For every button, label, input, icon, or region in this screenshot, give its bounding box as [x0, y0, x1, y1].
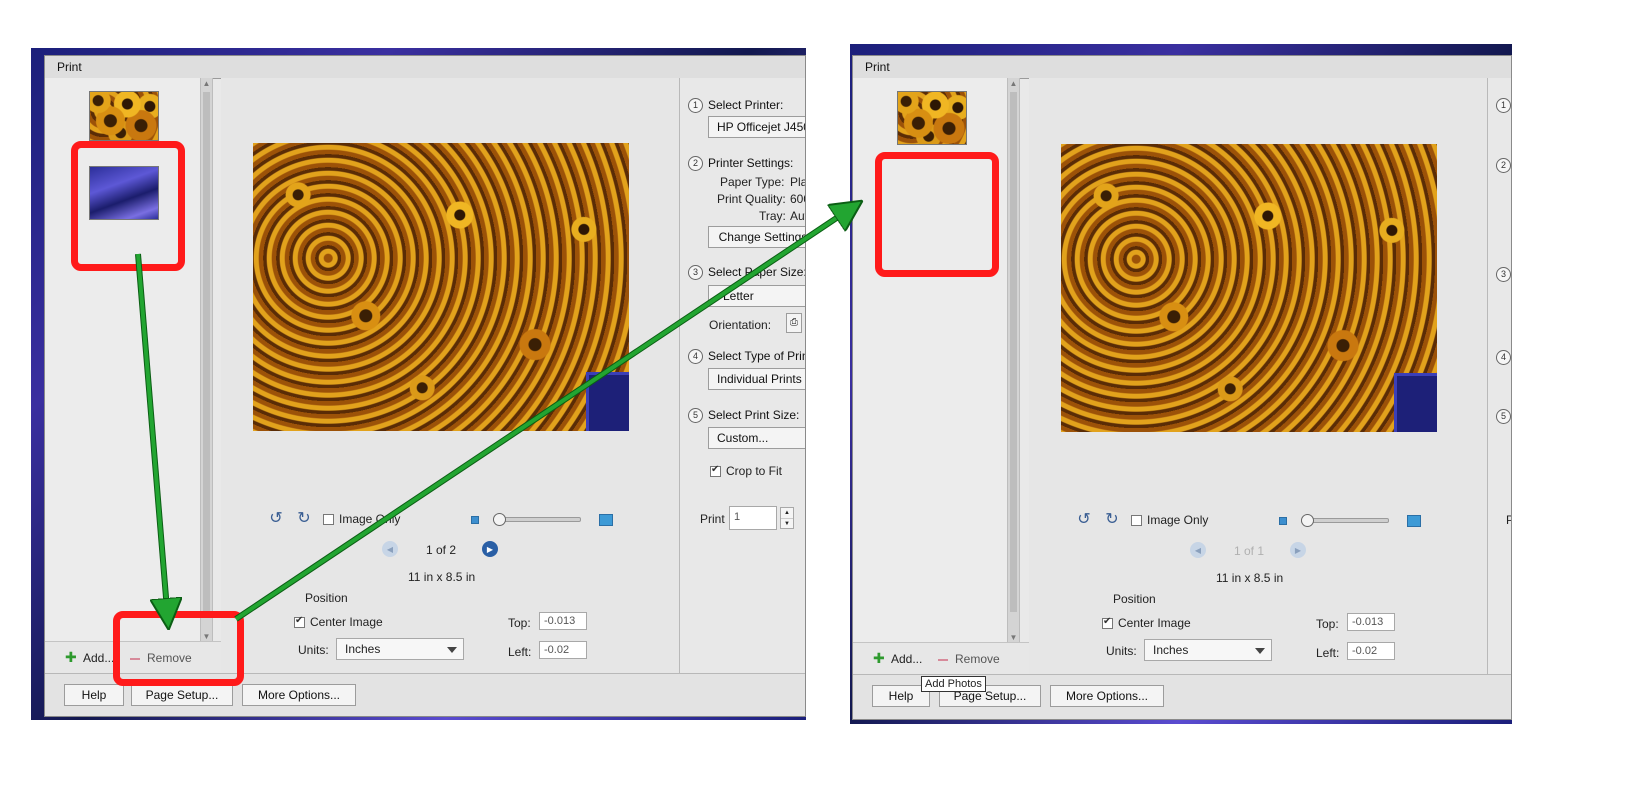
- arrow-to-empty-slot-fill: [234, 205, 856, 621]
- arrow-to-remove-fill: [136, 253, 168, 622]
- annotation-arrows: [135, 0, 1628, 796]
